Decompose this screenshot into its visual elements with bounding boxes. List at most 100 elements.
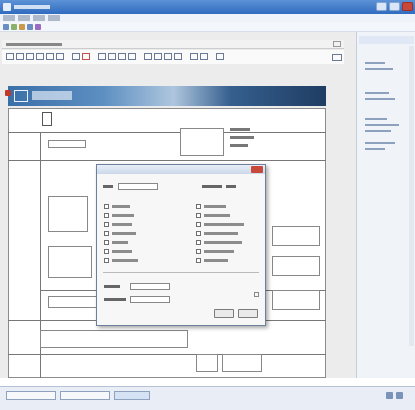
task-pane-item[interactable]: [365, 92, 389, 94]
form-field[interactable]: [48, 246, 92, 278]
dialog-select[interactable]: [130, 283, 170, 290]
form-field[interactable]: [48, 140, 86, 148]
task-pane-scroll-track[interactable]: [409, 46, 414, 346]
task-pane-header: [359, 36, 414, 44]
app-icon[interactable]: [3, 3, 11, 11]
form-field[interactable]: [40, 330, 188, 348]
window-title: [14, 5, 50, 9]
toolbar-icon[interactable]: [35, 24, 41, 30]
task-pane-item[interactable]: [365, 142, 395, 144]
button-icon[interactable]: [174, 53, 182, 60]
toolbar-icon[interactable]: [27, 24, 33, 30]
menu-item[interactable]: [33, 15, 45, 21]
option-label: [112, 214, 134, 217]
form-label: [230, 136, 254, 139]
form-field[interactable]: [222, 354, 262, 372]
form-field[interactable]: [180, 128, 224, 156]
task-pane-item[interactable]: [365, 130, 391, 132]
tray-icon[interactable]: [396, 392, 403, 399]
task-pane-item[interactable]: [365, 148, 385, 150]
task-pane-item[interactable]: [365, 68, 393, 70]
toolbar-icon[interactable]: [11, 24, 17, 30]
task-pane-item[interactable]: [365, 98, 395, 100]
align-left-icon[interactable]: [36, 53, 44, 60]
ok-button[interactable]: [214, 309, 234, 318]
option-checkbox[interactable]: [104, 222, 109, 227]
option-checkbox[interactable]: [196, 222, 201, 227]
option-checkbox[interactable]: [196, 204, 201, 209]
dialog-title-bar: [97, 165, 265, 174]
checkbox-icon[interactable]: [154, 53, 162, 60]
form-label: [230, 144, 248, 147]
option-checkbox[interactable]: [104, 249, 109, 254]
option-checkbox[interactable]: [196, 249, 201, 254]
logo-icon: [14, 90, 28, 102]
option-checkbox[interactable]: [196, 240, 201, 245]
link-icon[interactable]: [128, 53, 136, 60]
form-rule: [8, 132, 326, 133]
option-checkbox[interactable]: [196, 231, 201, 236]
form-field[interactable]: [272, 226, 320, 246]
option-checkbox[interactable]: [104, 258, 109, 263]
align-center-icon[interactable]: [46, 53, 54, 60]
form-field[interactable]: [272, 290, 320, 310]
dropdown-icon[interactable]: [164, 53, 172, 60]
taskbar-button-active[interactable]: [114, 391, 150, 400]
underline-icon[interactable]: [26, 53, 34, 60]
task-pane-item[interactable]: [365, 118, 387, 120]
option-checkbox[interactable]: [104, 240, 109, 245]
task-pane-item[interactable]: [365, 62, 385, 64]
dialog-field-label: [202, 185, 222, 188]
dialog-field-label: [104, 285, 120, 288]
option-checkbox[interactable]: [104, 231, 109, 236]
image-icon[interactable]: [82, 53, 90, 60]
form-field[interactable]: [48, 296, 102, 308]
color-icon[interactable]: [98, 53, 106, 60]
red-marker-icon: [5, 90, 11, 96]
dialog-close-button[interactable]: [251, 166, 263, 173]
bold-icon[interactable]: [6, 53, 14, 60]
close-button[interactable]: [402, 2, 413, 11]
italic-icon[interactable]: [16, 53, 24, 60]
taskbar-button[interactable]: [60, 391, 110, 400]
document-header-text: [6, 43, 62, 46]
formatting-toolbar: [2, 50, 344, 64]
toolbar-icon[interactable]: [19, 24, 25, 30]
form-field[interactable]: [272, 256, 320, 276]
form-field[interactable]: [48, 196, 88, 232]
toolbar: [0, 22, 415, 32]
list-icon[interactable]: [108, 53, 116, 60]
toolbar-icon[interactable]: [3, 24, 9, 30]
option-label: [112, 205, 130, 208]
ribbon-right-control[interactable]: [332, 54, 342, 61]
taskbar-button[interactable]: [6, 391, 56, 400]
option-checkbox[interactable]: [104, 204, 109, 209]
dialog-name-input[interactable]: [118, 183, 158, 190]
minimize-button[interactable]: [376, 2, 387, 11]
field-icon[interactable]: [144, 53, 152, 60]
form-field[interactable]: [196, 354, 218, 372]
indent-icon[interactable]: [118, 53, 126, 60]
dialog-select[interactable]: [130, 296, 170, 303]
task-pane-item[interactable]: [365, 124, 399, 126]
scroll-arrow-icon[interactable]: [254, 292, 259, 297]
repeat-icon[interactable]: [200, 53, 208, 60]
cancel-button[interactable]: [238, 309, 258, 318]
preview-icon[interactable]: [216, 53, 224, 60]
option-checkbox[interactable]: [196, 213, 201, 218]
maximize-button[interactable]: [389, 2, 400, 11]
section-icon[interactable]: [190, 53, 198, 60]
menu-item[interactable]: [3, 15, 15, 21]
option-label: [204, 205, 226, 208]
align-right-icon[interactable]: [56, 53, 64, 60]
menu-item[interactable]: [48, 15, 60, 21]
option-label: [112, 223, 132, 226]
option-checkbox[interactable]: [104, 213, 109, 218]
option-checkbox[interactable]: [196, 258, 201, 263]
document-header-close[interactable]: [333, 41, 341, 47]
title-bar: [0, 0, 415, 14]
menu-item[interactable]: [18, 15, 30, 21]
dialog-field-label: [226, 185, 236, 188]
tray-icon[interactable]: [386, 392, 393, 399]
table-icon[interactable]: [72, 53, 80, 60]
